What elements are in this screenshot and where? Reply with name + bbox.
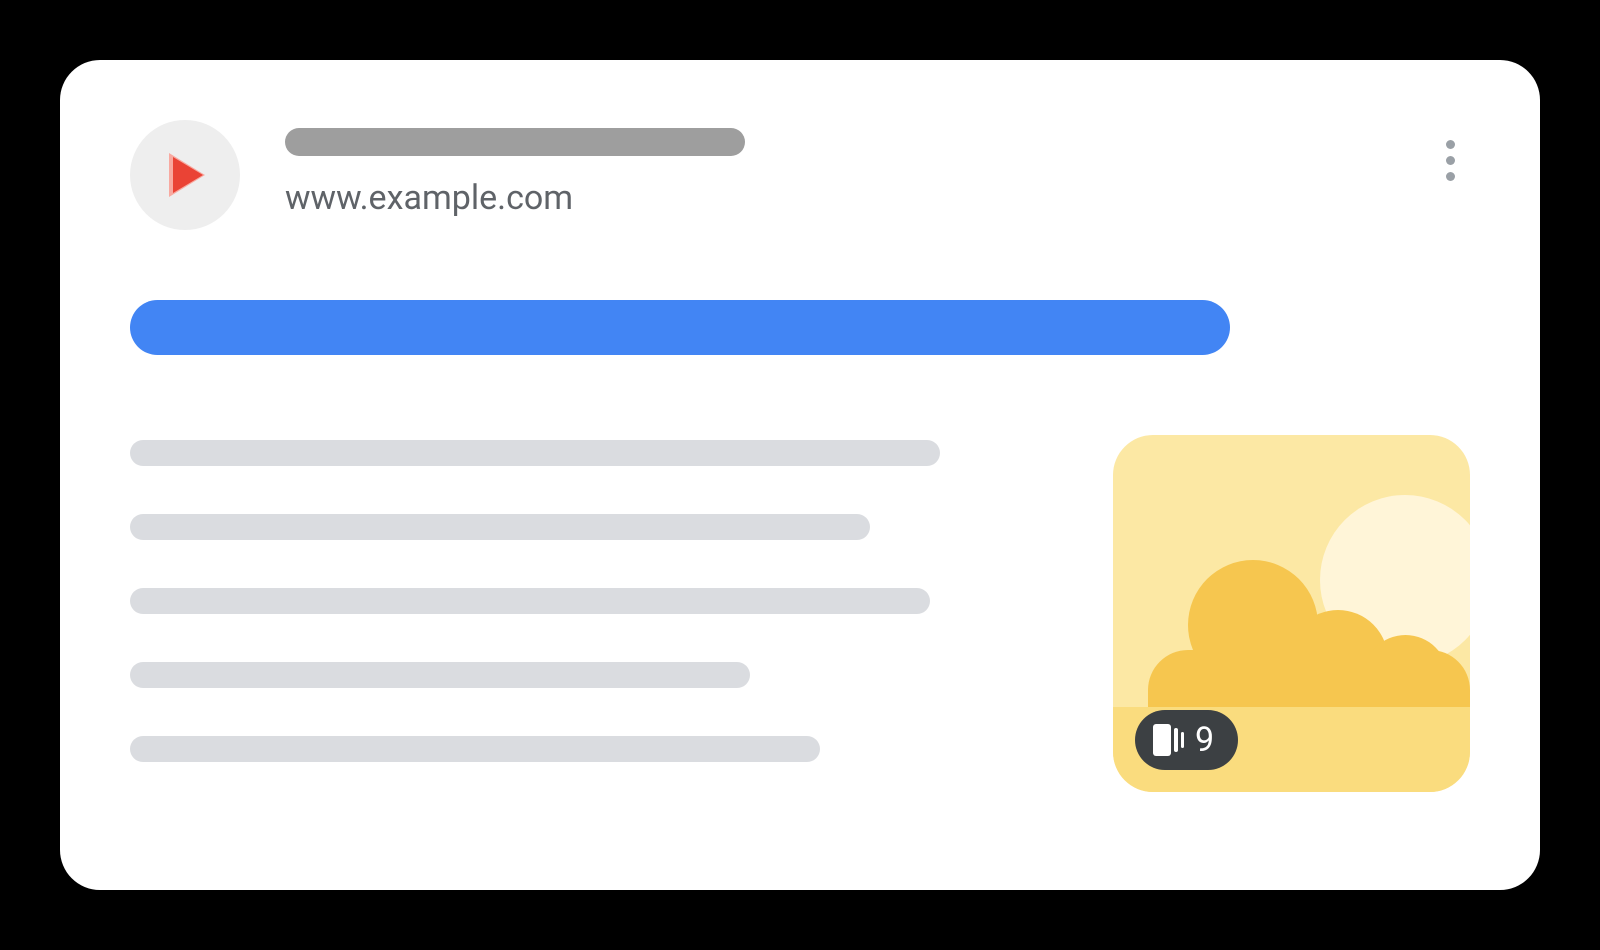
result-thumbnail[interactable]: 9 <box>1113 435 1470 792</box>
snippet-line <box>130 514 870 540</box>
snippet-line <box>130 662 750 688</box>
header-text-block: www.example.com <box>285 120 1470 218</box>
more-vertical-icon <box>1446 140 1455 149</box>
snippet-line <box>130 440 940 466</box>
page-count: 9 <box>1195 720 1214 760</box>
result-header: www.example.com <box>130 120 1470 230</box>
result-body: 9 <box>130 435 1470 792</box>
snippet-line <box>130 588 930 614</box>
page-count-badge: 9 <box>1135 710 1238 770</box>
snippet-line <box>130 736 820 762</box>
search-result-card: www.example.com <box>60 60 1540 890</box>
result-title-placeholder[interactable] <box>130 300 1230 355</box>
snippet-text-block <box>130 435 1028 792</box>
cloud-icon <box>1148 650 1470 710</box>
site-favicon <box>130 120 240 230</box>
play-icon <box>155 145 215 205</box>
more-menu-button[interactable] <box>1430 135 1470 185</box>
site-name-placeholder <box>285 128 745 156</box>
pages-stack-icon <box>1153 724 1181 756</box>
site-url[interactable]: www.example.com <box>285 178 1470 218</box>
